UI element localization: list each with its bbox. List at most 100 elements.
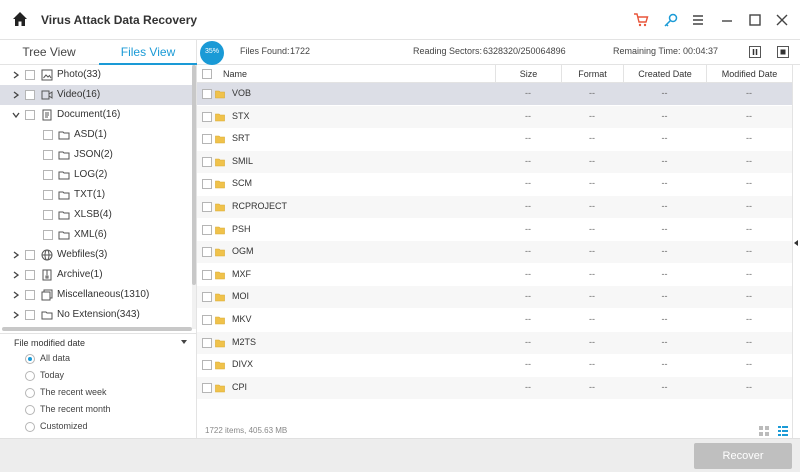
tree-item-archive[interactable]: Archive(1) [0, 265, 192, 285]
tree-checkbox[interactable] [43, 190, 53, 200]
date-option-today[interactable]: Today [0, 368, 197, 385]
home-icon[interactable] [12, 11, 28, 27]
column-format[interactable]: Format [561, 65, 623, 83]
date-filter-header[interactable]: File modified date [0, 333, 197, 351]
table-row[interactable]: MOI -- -- -- -- [197, 286, 792, 309]
expand-arrow-icon[interactable] [11, 310, 21, 320]
expand-arrow-icon[interactable] [11, 290, 21, 300]
tree-checkbox[interactable] [43, 170, 53, 180]
row-checkbox[interactable] [202, 134, 212, 145]
table-row[interactable]: DIVX -- -- -- -- [197, 354, 792, 376]
table-row[interactable]: SRT -- -- -- -- [197, 128, 792, 150]
scroll-thumb[interactable] [192, 65, 196, 285]
column-created-date[interactable]: Created Date [623, 65, 706, 83]
column-name[interactable]: Name [223, 65, 523, 83]
tree-checkbox[interactable] [25, 290, 35, 300]
tree-item-photo[interactable]: Photo(33) [0, 65, 192, 85]
tree-item-json[interactable]: JSON(2) [0, 145, 192, 165]
close-icon[interactable] [773, 11, 791, 29]
tree-item-xlsb[interactable]: XLSB(4) [0, 205, 192, 225]
row-checkbox[interactable] [202, 111, 212, 122]
tree-item-log[interactable]: LOG(2) [0, 165, 192, 185]
row-checkbox[interactable] [202, 89, 212, 99]
column-size[interactable]: Size [495, 65, 561, 83]
tree-checkbox[interactable] [25, 270, 35, 280]
menu-icon[interactable] [689, 11, 707, 29]
chevron-down-icon[interactable] [180, 337, 188, 349]
table-row[interactable]: RCPROJECT -- -- -- -- [197, 196, 792, 218]
expand-arrow-icon[interactable] [11, 90, 21, 100]
date-option-month[interactable]: The recent month [0, 402, 197, 419]
tree-item-miscellaneous[interactable]: Miscellaneous(1310) [0, 285, 192, 305]
tree-checkbox[interactable] [25, 250, 35, 260]
maximize-icon[interactable] [746, 11, 764, 29]
tree-checkbox[interactable] [25, 110, 35, 120]
tree-item-asd[interactable]: ASD(1) [0, 125, 192, 145]
table-row[interactable]: VOB -- -- -- -- [197, 83, 792, 105]
tab-files-view[interactable]: Files View [99, 40, 197, 65]
key-icon[interactable] [662, 11, 680, 29]
row-checkbox[interactable] [202, 156, 212, 167]
table-row[interactable]: OGM -- -- -- -- [197, 241, 792, 264]
table-row[interactable]: SCM -- -- -- -- [197, 173, 792, 195]
row-checkbox[interactable] [202, 247, 212, 258]
row-checkbox[interactable] [202, 315, 212, 325]
radio-button[interactable] [25, 388, 35, 398]
minimize-icon[interactable] [718, 11, 736, 29]
row-checkbox[interactable] [202, 202, 212, 212]
select-all-checkbox[interactable] [202, 69, 212, 79]
tree-item-xml[interactable]: XML(6) [0, 225, 192, 245]
table-row[interactable]: MKV -- -- -- -- [197, 309, 792, 331]
date-option-customized[interactable]: Customized [0, 419, 197, 436]
table-row[interactable]: CPI -- -- -- -- [197, 376, 792, 399]
radio-button[interactable] [25, 405, 35, 415]
expand-arrow-icon[interactable] [11, 70, 21, 80]
date-option-week[interactable]: The recent week [0, 385, 197, 402]
tab-tree-view[interactable]: Tree View [0, 40, 98, 65]
tree-checkbox[interactable] [25, 310, 35, 320]
tree-item-txt[interactable]: TXT(1) [0, 185, 192, 205]
tree-checkbox[interactable] [25, 90, 35, 100]
stop-button[interactable] [777, 46, 789, 58]
tree-checkbox[interactable] [43, 210, 53, 220]
pause-button[interactable] [749, 46, 761, 58]
row-checkbox[interactable] [202, 179, 212, 190]
created-date-cell: -- [661, 336, 668, 347]
table-row[interactable]: STX -- -- -- -- [197, 105, 792, 128]
chevron-left-icon[interactable] [793, 238, 799, 250]
radio-button[interactable] [25, 422, 35, 432]
tree-item-video[interactable]: Video(16) [0, 85, 192, 105]
row-checkbox[interactable] [202, 382, 212, 393]
radio-button[interactable] [25, 354, 35, 364]
cart-icon[interactable] [632, 11, 650, 29]
table-row[interactable]: PSH -- -- -- -- [197, 219, 792, 241]
grid-view-icon[interactable] [758, 425, 770, 437]
tree-checkbox[interactable] [25, 70, 35, 80]
column-modified-date[interactable]: Modified Date [706, 65, 792, 83]
row-checkbox[interactable] [202, 337, 212, 348]
details-panel-toggle[interactable] [792, 65, 800, 438]
row-checkbox[interactable] [202, 269, 212, 280]
expand-arrow-icon[interactable] [11, 270, 21, 280]
tree-item-document[interactable]: Document(16) [0, 105, 192, 125]
tree-horizontal-scrollbar[interactable] [2, 327, 192, 331]
tree-item-webfiles[interactable]: Webfiles(3) [0, 245, 192, 265]
collapse-arrow-icon[interactable] [11, 110, 21, 120]
table-row[interactable]: MXF -- -- -- -- [197, 264, 792, 286]
table-row[interactable]: M2TS -- -- -- -- [197, 331, 792, 354]
list-view-icon[interactable] [777, 425, 789, 437]
row-checkbox[interactable] [202, 292, 212, 303]
tree-checkbox[interactable] [43, 230, 53, 240]
tree-checkbox[interactable] [43, 130, 53, 140]
tree-vertical-scrollbar[interactable] [192, 65, 196, 329]
date-option-all[interactable]: All data [0, 351, 197, 368]
radio-button[interactable] [25, 371, 35, 381]
tree-item-no-extension[interactable]: No Extension(343) [0, 305, 192, 325]
recover-button[interactable]: Recover [694, 443, 792, 469]
expand-arrow-icon[interactable] [11, 250, 21, 260]
tree-checkbox[interactable] [43, 150, 53, 160]
format-cell: -- [589, 110, 595, 121]
table-row[interactable]: SMIL -- -- -- -- [197, 150, 792, 173]
row-checkbox[interactable] [202, 360, 212, 371]
row-checkbox[interactable] [202, 224, 212, 235]
